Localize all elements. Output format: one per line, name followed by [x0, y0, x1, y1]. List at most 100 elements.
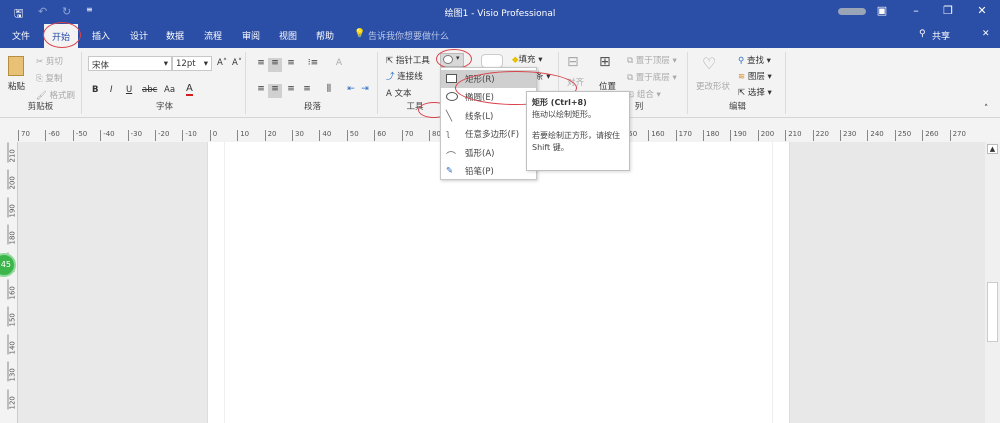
align-right-icon[interactable]: ≡ [284, 84, 298, 98]
scroll-up-icon[interactable]: ▲ [987, 144, 998, 154]
align-middle-icon[interactable]: ≡ [268, 58, 282, 72]
shape-menu-item-label: 任意多边形(F) [465, 130, 520, 141]
tab-insert[interactable]: 插入 [90, 29, 112, 42]
text-tool-label: 文本 [394, 89, 412, 99]
underline-button[interactable]: U [126, 85, 132, 95]
tab-view[interactable]: 视图 [277, 29, 299, 42]
pointer-tool-label: 指针工具 [395, 56, 430, 66]
share-button[interactable]: 共享 [930, 29, 952, 42]
ruler-tick-label: 210 [7, 142, 17, 163]
layers-label: 图层 [747, 72, 765, 82]
ruler-tick-label: 40 [319, 130, 331, 141]
tooltip-title: 矩形 (Ctrl+8) [532, 98, 587, 107]
connector-button[interactable]: ⤴ 连接线 [386, 70, 423, 82]
send-to-back-label: 置于底层 [635, 73, 670, 83]
increase-indent-icon[interactable]: ⇥ [358, 84, 372, 98]
vertical-ruler: 210200190180170160150140130120 [0, 142, 18, 423]
ruler-tick-label: 70 [401, 130, 414, 141]
shape-menu-item-label: 弧形(A) [465, 148, 495, 159]
ruler-tick-label: 200 [757, 130, 774, 141]
minimize-icon[interactable]: – [906, 4, 926, 17]
tab-process[interactable]: 流程 [202, 29, 224, 42]
bring-to-front-button[interactable]: ⧉ 置于顶层 ▾ [627, 54, 677, 66]
tell-me-input[interactable]: 告诉我你想要做什么 [366, 29, 451, 42]
vertical-scrollbar[interactable]: ▲ [985, 142, 1000, 423]
align-bottom-icon[interactable]: ≡ [284, 58, 298, 72]
ruler-tick-label: -10 [182, 130, 197, 141]
close-document-icon[interactable]: ✕ [980, 29, 992, 39]
copy-button[interactable]: ⎘ 复制 [36, 72, 63, 84]
bold-button[interactable]: B [92, 85, 98, 95]
font-size-select[interactable]: 12pt ▾ [172, 56, 212, 71]
shape-menu-item[interactable]: ⌒ 弧形(A) [441, 144, 536, 163]
change-case-button[interactable]: Aa [164, 85, 175, 95]
group-button[interactable]: ⊡ 组合 ▾ [627, 88, 661, 100]
shrink-font-icon[interactable]: A˅ [232, 58, 242, 68]
restore-icon[interactable]: ❐ [938, 4, 958, 17]
pointer-tool-button[interactable]: ⇱ 指针工具 [386, 54, 430, 66]
tab-help[interactable]: 帮助 [314, 29, 336, 42]
tab-review[interactable]: 审阅 [240, 29, 262, 42]
tooltip: 矩形 (Ctrl+8) 拖动以绘制矩形。 若要绘制正方形，请按住 Shift 键… [526, 91, 630, 171]
text-block-icon[interactable]: ⫼ [322, 84, 336, 98]
collapse-ribbon-icon[interactable]: ˄ [984, 104, 988, 114]
change-shape-button[interactable]: 更改形状 [696, 80, 730, 92]
font-color-icon[interactable]: A [186, 83, 193, 96]
fill-button[interactable]: ◆填充 ▾ [512, 53, 543, 65]
select-button[interactable]: ⇱ 选择 ▾ [738, 86, 772, 98]
cut-button[interactable]: ✂ 剪切 [36, 55, 63, 67]
italic-button[interactable]: I [110, 85, 113, 95]
editing-label: 编辑 [728, 102, 746, 112]
font-name-select[interactable]: 宋体 ▾ [88, 56, 172, 71]
layers-button[interactable]: ≋ 图层 ▾ [738, 70, 772, 82]
find-button[interactable]: ⚲ 查找 ▾ [738, 54, 771, 66]
clipboard-group: 粘贴 ✂ 剪切 ⎘ 复制 🖌 格式刷 剪贴板 [0, 52, 82, 114]
cut-label: 剪切 [45, 57, 63, 67]
shape-menu-item[interactable]: ʅ 任意多边形(F) [441, 125, 536, 143]
send-to-back-button[interactable]: ⧉ 置于底层 ▾ [627, 71, 677, 83]
highlight-annotation [43, 22, 81, 48]
user-avatar[interactable] [838, 8, 866, 15]
ellipse-icon [446, 92, 458, 102]
tab-data[interactable]: 数据 [164, 29, 186, 42]
align-top-icon[interactable]: ≡ [254, 58, 268, 72]
shape-menu-item[interactable]: ✎ 铅笔(P) [441, 162, 536, 180]
fill-label: 填充 [518, 55, 536, 65]
ruler-tick-label: 160 [648, 130, 665, 141]
position-icon[interactable]: ⊞ [599, 54, 611, 70]
shape-menu-item[interactable]: ╲ 线条(L) [441, 107, 536, 125]
ruler-tick-label: 210 [785, 130, 802, 141]
paste-button[interactable]: 粘贴 [8, 80, 25, 92]
change-shape-icon[interactable]: ♡ [702, 54, 716, 73]
grow-font-icon[interactable]: A˄ [217, 58, 227, 68]
ruler-tick-label: 70 [18, 130, 30, 141]
tab-file[interactable]: 文件 [10, 29, 32, 42]
tab-design[interactable]: 设计 [128, 29, 150, 42]
align-left-icon[interactable]: ≡ [254, 84, 268, 98]
scrollbar-thumb[interactable] [987, 282, 998, 342]
ruler-tick-label: 190 [730, 130, 747, 141]
quick-style-swatch[interactable] [481, 54, 503, 68]
paste-icon[interactable] [8, 56, 24, 76]
close-icon[interactable]: ✕ [972, 4, 992, 17]
tooltip-line2: 若要绘制正方形，请按住 Shift 键。 [532, 131, 620, 152]
drawing-page[interactable] [207, 142, 790, 423]
ruler-tick-label: 180 [703, 130, 719, 141]
bullets-icon[interactable]: ⁝≡ [306, 58, 320, 72]
group-label: 组合 [636, 90, 654, 100]
ruler-tick-label: 190 [7, 197, 17, 218]
ruler-tick-label: 220 [812, 130, 829, 141]
strikethrough-button[interactable]: abc [142, 85, 157, 95]
text-direction-icon[interactable]: A [332, 58, 346, 72]
ruler-tick-label: -60 [45, 130, 60, 141]
canvas-background [18, 142, 207, 423]
decrease-indent-icon[interactable]: ⇤ [344, 84, 358, 98]
ribbon-display-icon[interactable]: ▣ [872, 4, 892, 17]
ruler-tick-label: 10 [237, 130, 249, 141]
justify-icon[interactable]: ≡ [300, 84, 314, 98]
find-label: 查找 [746, 56, 764, 66]
text-tool-button[interactable]: A 文本 [386, 87, 412, 99]
align-icon[interactable]: ⊟ [567, 54, 579, 70]
align-center-icon[interactable]: ≡ [268, 84, 282, 98]
ruler-tick-label: -30 [127, 130, 142, 141]
